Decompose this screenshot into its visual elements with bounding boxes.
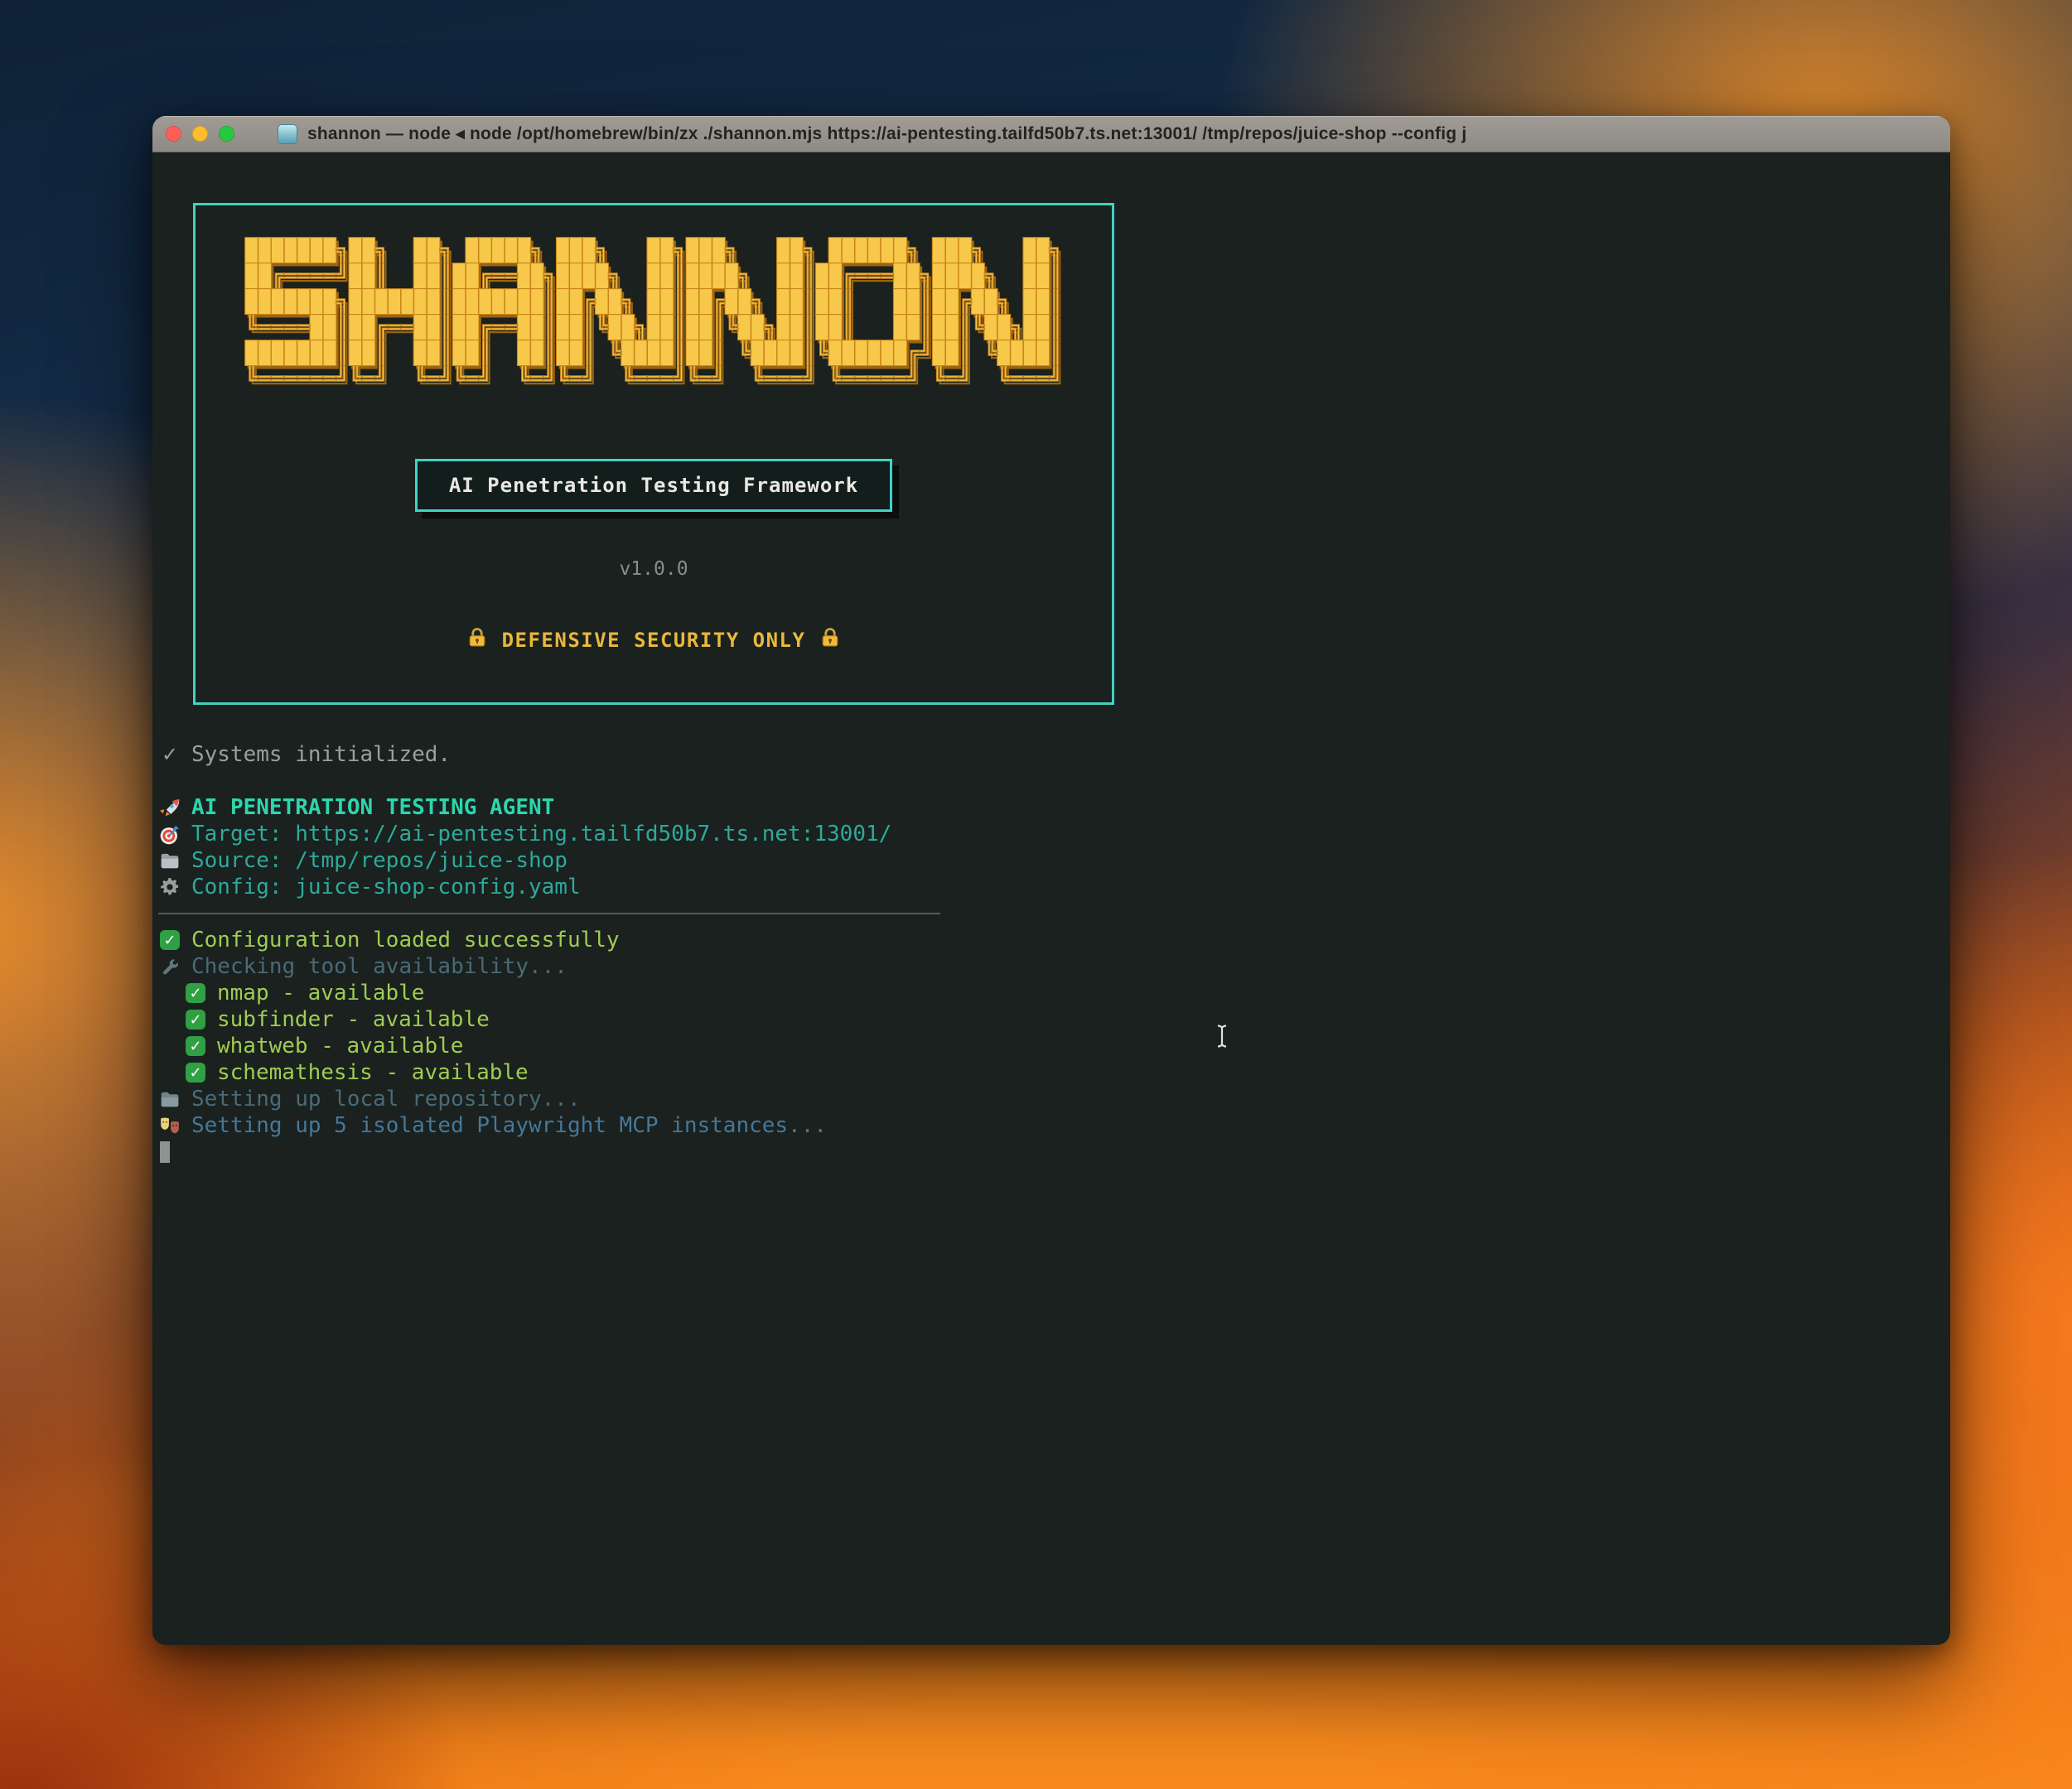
mouse-cursor-ibeam — [1215, 1024, 1229, 1052]
check-badge-icon: ✓ — [186, 1063, 205, 1083]
log-line-source: Source: /tmp/repos/juice-shop — [158, 847, 1950, 874]
repo-setup-text: Setting up local repository... — [191, 1087, 581, 1111]
framework-label-box: AI Penetration Testing Framework — [415, 459, 892, 512]
wrench-icon — [158, 957, 181, 977]
log-line-repo-setup: Setting up local repository... — [158, 1086, 1950, 1112]
log-line-agent-header: AI PENETRATION TESTING AGENT — [158, 794, 1950, 821]
divider-rule — [158, 913, 940, 914]
blank-line — [158, 768, 1950, 794]
log-line-target: Target: https://ai-pentesting.tailfd50b7… — [158, 821, 1950, 847]
terminal-content[interactable]: ███████╗██╗ ██╗ █████╗ ███╗ ██╗███╗ ██╗ … — [152, 152, 1950, 1645]
log-line-checking-tools: Checking tool availability... — [158, 953, 1950, 980]
masks-icon — [158, 1115, 181, 1136]
window-title: shannon — node ◂ node /opt/homebrew/bin/… — [307, 123, 1937, 144]
terminal-cursor — [160, 1141, 170, 1163]
framework-label: AI Penetration Testing Framework — [449, 474, 858, 497]
log-line-tool-schemathesis: ✓ schemathesis - available — [184, 1059, 1950, 1086]
log-line-tool-whatweb: ✓ whatweb - available — [184, 1033, 1950, 1059]
folder-icon — [158, 850, 181, 871]
security-notice-text: DEFENSIVE SECURITY ONLY — [502, 629, 806, 652]
shannon-banner-box: ███████╗██╗ ██╗ █████╗ ███╗ ██╗███╗ ██╗ … — [193, 203, 1114, 705]
rocket-icon — [158, 797, 181, 819]
log-divider — [158, 900, 1950, 927]
log-line-cursor — [158, 1139, 1950, 1165]
zoom-button[interactable] — [219, 126, 234, 142]
terminal-window: shannon — node ◂ node /opt/homebrew/bin/… — [152, 116, 1950, 1645]
shannon-ascii-logo: ███████╗██╗ ██╗ █████╗ ███╗ ██╗███╗ ██╗ … — [245, 239, 1062, 393]
log-line-systems-initialized: ✓ Systems initialized. — [158, 741, 1950, 768]
lock-icon — [466, 626, 489, 654]
log-line-playwright-setup: Setting up 5 isolated Playwright MCP ins… — [158, 1112, 1950, 1139]
agent-header-text: AI PENETRATION TESTING AGENT — [191, 795, 554, 820]
config-text: Config: juice-shop-config.yaml — [191, 875, 581, 899]
security-notice: DEFENSIVE SECURITY ONLY — [466, 626, 843, 654]
tool-status-text: schemathesis - available — [217, 1060, 529, 1085]
lock-icon — [819, 626, 842, 654]
terminal-log: ✓ Systems initialized. AI PENETRATION TE… — [152, 741, 1950, 1165]
folder-icon — [158, 1088, 181, 1110]
systems-initialized-text: Systems initialized. — [191, 742, 451, 767]
tool-status-text: subfinder - available — [217, 1007, 490, 1032]
tool-status-text: whatweb - available — [217, 1034, 463, 1058]
playwright-setup-text: Setting up 5 isolated Playwright MCP ins… — [191, 1113, 827, 1138]
tool-status-text: nmap - available — [217, 981, 424, 1005]
log-line-tool-nmap: ✓ nmap - available — [184, 980, 1950, 1006]
minimize-button[interactable] — [192, 126, 208, 142]
target-icon — [158, 823, 181, 846]
log-line-tool-subfinder: ✓ subfinder - available — [184, 1006, 1950, 1033]
check-badge-icon: ✓ — [186, 1036, 205, 1056]
check-icon: ✓ — [158, 743, 181, 766]
close-button[interactable] — [166, 126, 181, 142]
log-line-config: Config: juice-shop-config.yaml — [158, 874, 1950, 900]
log-line-config-loaded: ✓ Configuration loaded successfully — [158, 927, 1950, 953]
source-text: Source: /tmp/repos/juice-shop — [191, 848, 568, 873]
version-label: v1.0.0 — [619, 558, 688, 580]
checking-tools-text: Checking tool availability... — [191, 954, 568, 979]
check-badge-icon: ✓ — [186, 1010, 205, 1030]
check-badge-icon: ✓ — [186, 983, 205, 1003]
traffic-lights — [166, 126, 234, 142]
check-badge-icon: ✓ — [160, 930, 180, 950]
gear-icon — [158, 876, 181, 898]
target-text: Target: https://ai-pentesting.tailfd50b7… — [191, 822, 891, 846]
window-titlebar[interactable]: shannon — node ◂ node /opt/homebrew/bin/… — [152, 116, 1950, 152]
terminal-document-icon — [278, 124, 297, 144]
config-loaded-text: Configuration loaded successfully — [191, 928, 620, 952]
